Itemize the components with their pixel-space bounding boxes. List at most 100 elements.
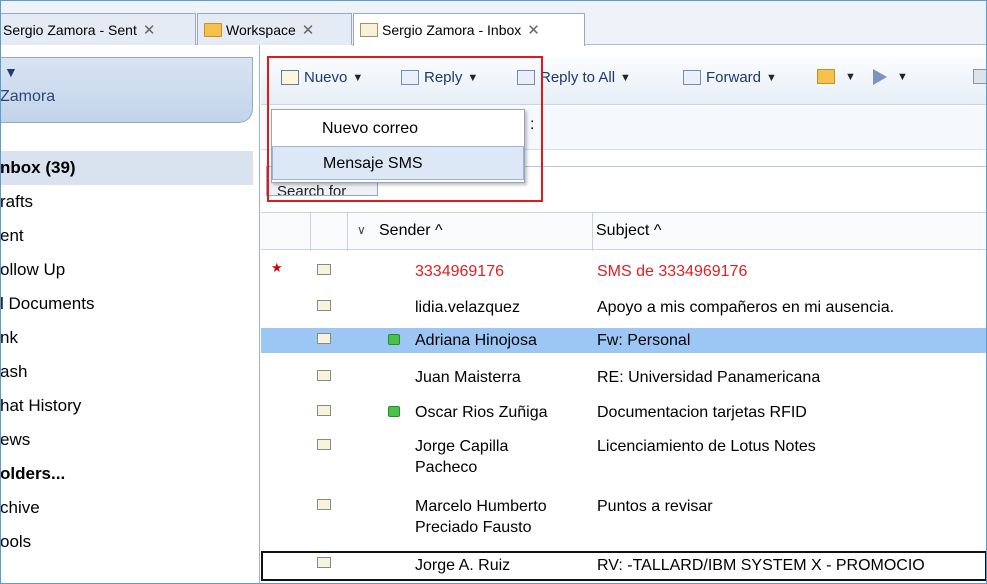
subbar-text: : (530, 116, 535, 133)
tab-workspace-label: Workspace (226, 21, 296, 38)
close-icon[interactable]: ✕ (527, 21, 540, 39)
nav-item-chat-history[interactable]: hat History (0, 389, 253, 423)
envelope-icon (317, 439, 331, 450)
chevron-down-icon: ▼ (897, 71, 908, 83)
delete-button[interactable] (973, 69, 987, 84)
envelope-icon (317, 300, 331, 311)
message-list: ∨ Sender ^ Subject ^ ★ 3334969176 SMS de… (261, 212, 987, 584)
mail-icon (360, 23, 378, 37)
nav-item-inbox[interactable]: nbox (39) (0, 151, 253, 185)
play-arrow-icon (873, 69, 887, 85)
message-row[interactable]: Oscar Rios Zuñiga Documentacion tarjetas… (261, 400, 987, 425)
close-icon[interactable]: ✕ (302, 21, 315, 39)
menu-item-new-mail[interactable]: Nuevo correo (272, 112, 524, 146)
column-separator (592, 213, 593, 251)
forward-icon (683, 70, 701, 85)
message-row[interactable]: ★ 3334969176 SMS de 3334969176 (261, 259, 987, 284)
reply-all-button-label: Reply to All (540, 69, 616, 86)
message-row[interactable]: Jorge Capilla Pacheco Licenciamiento de … (261, 434, 987, 480)
message-sender: Jorge A. Ruiz (415, 557, 511, 574)
message-sender: Oscar Rios Zuñiga (415, 404, 548, 421)
chevron-down-icon: ▼ (845, 70, 856, 83)
message-row[interactable]: Juan Maisterra RE: Universidad Panameric… (261, 365, 987, 390)
message-subject: Apoyo a mis compañeros en mi ausencia. (597, 299, 895, 316)
nav-item-sent[interactable]: ent (0, 219, 253, 253)
message-row[interactable]: Adriana Hinojosa Fw: Personal (261, 328, 987, 353)
nav-item-trash[interactable]: ash (0, 355, 253, 389)
tab-inbox[interactable]: Sergio Zamora - Inbox ✕ (353, 13, 585, 46)
message-sender: Juan Maisterra (415, 369, 521, 386)
reply-button[interactable]: Reply ▼ (401, 69, 478, 86)
nav-item-all-documents[interactable]: l Documents (0, 287, 253, 321)
nav-item-folders[interactable]: olders... (0, 457, 253, 491)
list-header: ∨ Sender ^ Subject ^ (261, 212, 987, 251)
nav-item-archive[interactable]: chive (0, 491, 253, 525)
message-subject: Licenciamiento de Lotus Notes (597, 438, 816, 455)
folder-list: nbox (39) rafts ent ollow Up l Documents… (0, 151, 253, 559)
reply-icon (401, 70, 419, 85)
message-row[interactable]: Jorge A. Ruiz RV: -TALLARD/IBM SYSTEM X … (261, 551, 987, 581)
star-icon: ★ (271, 260, 283, 275)
navigator-user-name: Zamora (0, 88, 56, 105)
new-dropdown-menu: Nuevo correo Mensaje SMS (271, 109, 525, 183)
message-subject: SMS de 3334969176 (597, 263, 748, 280)
trash-icon (973, 69, 987, 84)
message-sender: lidia.velazquez (415, 299, 520, 316)
tab-workspace[interactable]: Workspace ✕ (197, 13, 352, 45)
tab-bar: Sergio Zamora - Sent ✕ Workspace ✕ Sergi… (0, 0, 987, 46)
message-row[interactable]: Marcelo Humberto Preciado Fausto Puntos … (261, 494, 987, 540)
move-to-folder-button[interactable]: ▼ (817, 69, 856, 84)
folder-icon (817, 69, 835, 84)
envelope-icon (317, 333, 331, 344)
message-row[interactable]: lidia.velazquez Apoyo a mis compañeros e… (261, 295, 987, 320)
reply-all-button[interactable]: Reply to All ▼ (517, 69, 631, 86)
column-separator (347, 213, 348, 251)
chevron-down-icon: ▼ (620, 71, 631, 84)
forward-button[interactable]: Forward ▼ (683, 69, 777, 86)
column-header-subject[interactable]: Subject ^ (596, 222, 661, 240)
message-subject: Fw: Personal (597, 332, 691, 349)
nav-item-junk[interactable]: nk (0, 321, 253, 355)
folder-icon (204, 22, 222, 37)
message-sender: 3334969176 (415, 263, 504, 280)
envelope-icon (317, 557, 331, 568)
message-subject: RE: Universidad Panamericana (597, 369, 821, 386)
new-button[interactable]: Nuevo ▼ (281, 69, 363, 86)
new-document-icon (281, 70, 299, 85)
envelope-icon (317, 264, 331, 275)
envelope-icon (317, 370, 331, 381)
nav-item-drafts[interactable]: rafts (0, 185, 253, 219)
message-sender: Marcelo Humberto Preciado Fausto (415, 498, 547, 536)
nav-item-views[interactable]: ews (0, 423, 253, 457)
column-header-sender[interactable]: Sender ^ (379, 222, 443, 240)
message-subject: Puntos a revisar (597, 498, 713, 515)
online-status-icon (388, 334, 400, 345)
tab-sent-label: Sergio Zamora - Sent (3, 21, 137, 38)
column-separator (310, 213, 311, 251)
forward-button-label: Forward (706, 69, 762, 86)
message-sender: Jorge Capilla Pacheco (415, 438, 509, 476)
nav-item-follow-up[interactable]: ollow Up (0, 253, 253, 287)
new-button-label: Nuevo (304, 69, 348, 86)
nav-item-tools[interactable]: ools (0, 525, 253, 559)
message-sender: Adriana Hinojosa (415, 332, 537, 349)
message-subject: RV: -TALLARD/IBM SYSTEM X - PROMOCIO (597, 557, 925, 574)
reply-all-icon (517, 70, 535, 85)
follow-up-button[interactable]: ▼ (873, 69, 908, 85)
online-status-icon (388, 406, 400, 417)
reply-button-label: Reply (424, 69, 463, 86)
menu-item-sms-message[interactable]: Mensaje SMS (272, 146, 524, 180)
chevron-down-icon[interactable]: ▼ (4, 64, 18, 80)
tab-sent[interactable]: Sergio Zamora - Sent ✕ (0, 13, 196, 45)
sort-toggle-icon[interactable]: ∨ (357, 223, 366, 237)
chevron-down-icon: ▼ (467, 71, 479, 84)
navigator-panel: ▼ Zamora nbox (39) rafts ent ollow Up l … (0, 45, 260, 584)
search-for-label: Search for (277, 183, 347, 196)
chevron-down-icon: ▼ (766, 71, 777, 84)
navigator-header[interactable]: ▼ Zamora (0, 57, 253, 123)
message-subject: Documentacion tarjetas RFID (597, 404, 807, 421)
tab-inbox-label: Sergio Zamora - Inbox (382, 22, 522, 38)
chevron-down-icon: ▼ (352, 71, 364, 84)
close-icon[interactable]: ✕ (143, 21, 156, 39)
envelope-icon (317, 405, 331, 416)
